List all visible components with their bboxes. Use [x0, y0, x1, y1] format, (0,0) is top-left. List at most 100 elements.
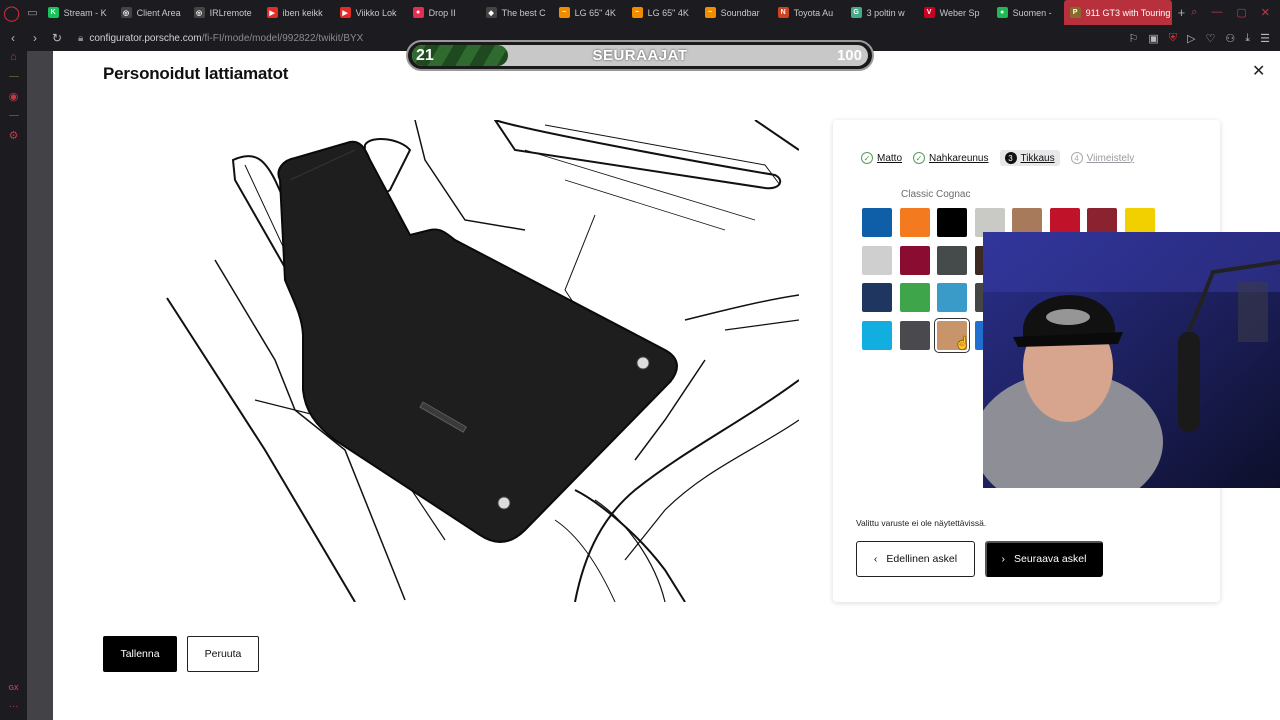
browser-tab[interactable]: ▶ iben keikk [261, 0, 334, 25]
selected-color-name: Classic Cognac [901, 189, 971, 200]
tab-label: Suomen - [1012, 7, 1052, 18]
tab-label: IRLremote [209, 7, 252, 18]
search-icon[interactable]: ⌕ [1191, 6, 1197, 19]
save-button[interactable]: Tallenna [103, 636, 177, 672]
cancel-button[interactable]: Peruuta [187, 636, 259, 672]
back-icon[interactable]: ‹ [4, 31, 22, 45]
tab-label: iben keikk [282, 7, 323, 18]
previous-step-button[interactable]: ‹ Edellinen askel [856, 541, 975, 577]
browser-tab[interactable]: ◎ IRLremote [188, 0, 261, 25]
step-matto[interactable]: ✓ Matto [861, 152, 902, 164]
snapshot-icon[interactable]: ▣ [1148, 32, 1158, 45]
home-icon[interactable]: ⌂ [0, 44, 27, 70]
tab-label: Drop II [428, 7, 456, 18]
tab-label: The best C [501, 7, 546, 18]
favicon-icon: G [850, 7, 862, 18]
step-label: Nahkareunus [929, 152, 989, 164]
browser-tab[interactable]: ▶ Viikko Lok [334, 0, 407, 25]
address-bar-tools: ⚐ ▣ ⛨ ▷ ♡ ⚇ ⤓ ☰ [1129, 32, 1280, 45]
color-swatch[interactable] [899, 283, 930, 312]
browser-tab[interactable]: ~ LG 65" 4K [626, 0, 699, 25]
favicon-icon: ~ [558, 7, 570, 18]
step-label: Viimeistely [1086, 152, 1135, 164]
tab-menu-icon[interactable]: ▭ [23, 0, 41, 25]
tab-label: 3 poltin w [866, 7, 905, 18]
shield-icon[interactable]: ⛨ [1169, 32, 1177, 45]
minimize-icon[interactable]: — [1211, 6, 1222, 19]
favicon-icon: ◎ [193, 7, 205, 18]
close-icon[interactable]: ✕ [1252, 61, 1265, 81]
window-controls: ⌕ — ▢ ✕ [1191, 6, 1280, 19]
color-swatch[interactable] [862, 208, 892, 237]
step-tikkaus[interactable]: 3 Tikkaus [999, 150, 1060, 166]
tab-label: LG 65" 4K [647, 7, 689, 18]
close-window-icon[interactable]: ✕ [1261, 6, 1270, 19]
browser-tab[interactable]: V Weber Sp [918, 0, 991, 25]
url-field[interactable]: 🔒︎ configurator.porsche.com/fi-FI/mode/m… [78, 33, 363, 44]
color-swatch[interactable] [937, 208, 967, 237]
color-swatch[interactable] [899, 320, 930, 350]
color-swatch[interactable] [862, 320, 892, 350]
dimmed-backdrop [27, 51, 53, 720]
browser-tab[interactable]: K Stream - K [42, 0, 115, 25]
color-swatch[interactable] [899, 245, 930, 275]
send-icon[interactable]: ▷ [1187, 32, 1195, 45]
browser-tab[interactable]: ● Suomen - [991, 0, 1064, 25]
favicon-icon: K [47, 7, 59, 18]
check-icon: ✓ [861, 152, 873, 164]
favicon-icon: V [923, 7, 935, 18]
color-swatch[interactable] [937, 245, 967, 275]
next-step-button[interactable]: › Seuraava askel [985, 541, 1103, 577]
profile-icon[interactable]: ⚇ [1225, 32, 1235, 45]
forward-icon[interactable]: › [26, 31, 44, 45]
browser-sidebar: ⌂ ◉ ⚙ GX ··· [0, 51, 27, 720]
step-nahkareunus[interactable]: ✓ Nahkareunus [913, 152, 989, 164]
reload-icon[interactable]: ↻ [48, 31, 66, 45]
page-title: Personoidut lattiamatot [103, 64, 289, 83]
settings-icon[interactable]: ⚙ [0, 122, 27, 148]
favicon-icon: N [777, 7, 789, 18]
heart-icon[interactable]: ♡ [1206, 32, 1216, 45]
color-swatch[interactable] [862, 283, 892, 312]
browser-tab[interactable]: ◆ The best C [480, 0, 553, 25]
new-tab-button[interactable]: + [1172, 5, 1192, 20]
active-browser-tab[interactable]: P 911 GT3 with Touring [1063, 0, 1172, 25]
browser-tab[interactable]: G 3 poltin w [845, 0, 918, 25]
tab-label: Client Area [136, 7, 181, 18]
more-icon[interactable]: ··· [0, 701, 27, 712]
color-swatch[interactable] [899, 208, 930, 237]
color-swatch[interactable] [862, 245, 892, 275]
next-step-label: Seuraava askel [1014, 553, 1087, 565]
check-icon: ✓ [913, 152, 926, 164]
browser-tab[interactable]: ● Drop II [407, 0, 480, 25]
step-number: 3 [1004, 152, 1017, 164]
download-icon[interactable]: ⤓ [1245, 32, 1250, 45]
url-host: configurator.porsche.com [89, 32, 202, 44]
color-swatch[interactable] [937, 283, 967, 312]
url-path: /fi-FI/mode/model/992822/twikit/BYX [201, 32, 364, 44]
step-number: 4 [1070, 152, 1083, 164]
browser-tab[interactable]: N Toyota Au [772, 0, 845, 25]
gx-control-icon[interactable]: GX [0, 685, 27, 692]
favicon-icon: ▶ [266, 7, 278, 18]
maximize-icon[interactable]: ▢ [1236, 6, 1246, 19]
browser-tab[interactable]: ~ Soundbar [699, 0, 772, 25]
player-icon[interactable]: ◉ [0, 83, 27, 109]
chevron-left-icon: ‹ [873, 553, 878, 565]
browser-tab[interactable]: ◎ Client Area [115, 0, 188, 25]
favicon-icon: ▶ [339, 7, 351, 18]
tab-label: 911 GT3 with Touring [1085, 7, 1171, 18]
menu-icon[interactable]: ☰ [1260, 32, 1270, 45]
mouse-cursor-icon: ☝ [955, 336, 970, 350]
tab-label: Weber Sp [939, 7, 980, 18]
tab-label: Viikko Lok [355, 7, 397, 18]
favicon-icon: ~ [631, 7, 643, 18]
tab-label: Toyota Au [793, 7, 834, 18]
tab-label: LG 65" 4K [574, 7, 616, 18]
favicon-icon: ● [412, 7, 424, 18]
bookmark-icon[interactable]: ⚐ [1129, 32, 1139, 45]
tab-label: Stream - K [63, 7, 107, 18]
chevron-right-icon: › [1001, 553, 1006, 565]
opera-gx-icon[interactable]: ◯ [0, 0, 23, 25]
browser-tab[interactable]: ~ LG 65" 4K [553, 0, 626, 25]
